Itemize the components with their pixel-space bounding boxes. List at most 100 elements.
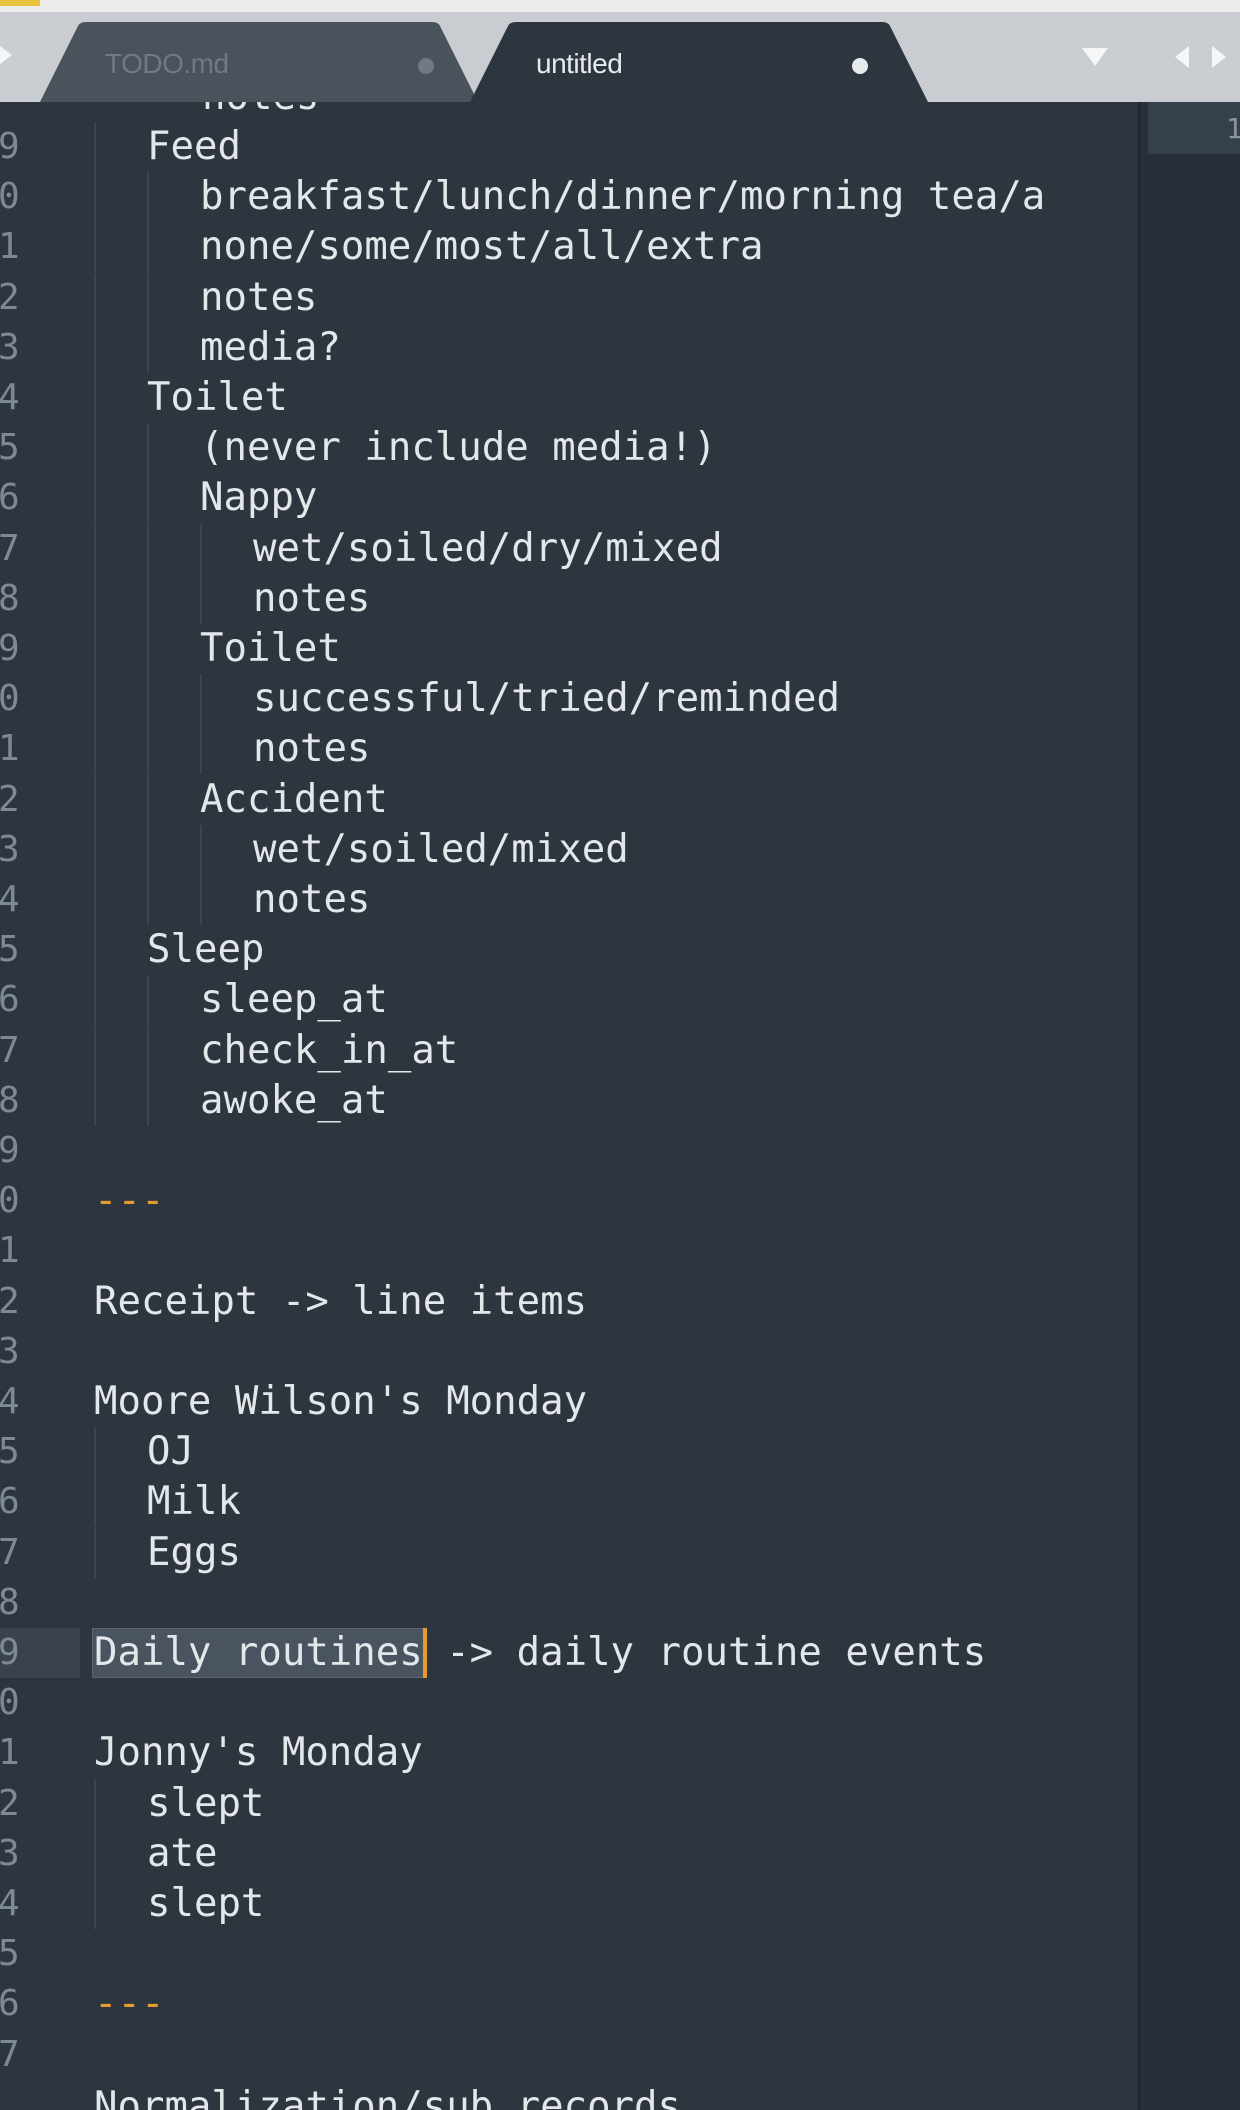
editor-line[interactable]: 6 --- (0, 1979, 1138, 2029)
editor-line[interactable]: 4 Moore Wilson's Monday (0, 1377, 1138, 1427)
line-text: media? (200, 324, 341, 370)
indent-guide (147, 975, 149, 1026)
line-text: Toilet (147, 375, 288, 420)
editor-line[interactable]: 7 check_in_at (0, 1025, 1138, 1076)
indent-guide (147, 875, 149, 925)
editor-line[interactable]: 5 (0, 1929, 1138, 1979)
editor-line[interactable]: 0 --- (0, 1176, 1138, 1226)
editor-line[interactable]: 8 awoke_at (0, 1075, 1138, 1126)
editor-line[interactable]: 7 wet/soiled/dry/mixed (0, 523, 1138, 574)
editor-line[interactable]: 7 (0, 2030, 1138, 2080)
editor-line[interactable]: 1 notes (0, 724, 1138, 775)
indent-guide (94, 824, 96, 875)
indent-guide (200, 724, 202, 775)
line-text: notes (202, 102, 319, 118)
editor-line[interactable]: 1 Jonny's Monday (0, 1728, 1138, 1778)
line-text: notes (253, 726, 371, 772)
editor-line[interactable]: 3 media? (0, 322, 1138, 373)
editor-pane[interactable]: notes Normalization/sub records 9 Feed 0 br… (0, 102, 1138, 2110)
line-number: 5 (0, 1431, 20, 1473)
line-number: 8 (0, 1581, 20, 1623)
indent-guide (147, 624, 149, 674)
editor-line[interactable]: 9 Feed (0, 122, 1138, 172)
line-number: 2 (0, 1280, 20, 1322)
indent-guide (94, 373, 96, 423)
editor-line[interactable]: 6 Nappy (0, 473, 1138, 524)
indent-guide (94, 624, 96, 674)
line-text: notes (200, 274, 318, 320)
indent-guide (147, 272, 149, 323)
line-number: 3 (0, 828, 20, 870)
indent-guide (200, 523, 202, 574)
indent-guide (147, 774, 149, 825)
editor-line[interactable]: 0 successful/tried/reminded (0, 674, 1138, 725)
editor-line[interactable]: 4 slept (0, 1879, 1138, 1929)
line-number: 4 (0, 1381, 20, 1422)
line-number: 9 (0, 126, 20, 167)
editor-line[interactable]: 5 Sleep (0, 925, 1138, 976)
editor-line[interactable]: 6 Milk (0, 1477, 1138, 1528)
editor-line[interactable]: 7 Eggs (0, 1527, 1138, 1578)
line-number: 3 (0, 326, 20, 368)
line-text: Sleep (147, 927, 265, 973)
line-text: successful/tried/reminded (253, 676, 840, 722)
line-number: 5 (0, 1933, 20, 1975)
tab-list-dropdown-icon[interactable] (1082, 48, 1108, 66)
editor-line[interactable]: 3 wet/soiled/mixed (0, 824, 1138, 875)
editor-line[interactable]: 4 Toilet (0, 373, 1138, 423)
indent-guide (147, 172, 149, 223)
tab-untitled[interactable]: untitled (470, 22, 940, 102)
line-text: none/some/most/all/extra (200, 224, 764, 270)
line-text: Moore Wilson's Monday (94, 1379, 588, 1424)
line-number: 4 (0, 377, 20, 418)
editor-line[interactable]: 2 Accident (0, 774, 1138, 825)
editor-line[interactable]: 2 Receipt -> line items (0, 1277, 1138, 1327)
editor-line[interactable]: 2 slept (0, 1778, 1138, 1829)
line-number: 3 (0, 1330, 20, 1372)
tab-label: TODO.md (105, 48, 229, 79)
tab-todo[interactable]: TODO.md (40, 22, 490, 102)
indent-guide (94, 1025, 96, 1076)
editor-line[interactable]: 0 (0, 1678, 1138, 1728)
editor-line[interactable]: 8 (0, 1578, 1138, 1628)
line-text: wet/soiled/dry/mixed (253, 525, 723, 571)
editor-line[interactable]: 1 (0, 1226, 1138, 1276)
previous-tab-icon[interactable] (1175, 46, 1189, 68)
indent-guide (94, 523, 96, 574)
window-control[interactable] (0, 0, 40, 6)
line-text: sleep_at (200, 977, 388, 1023)
partial-top-line: notes (0, 102, 1138, 122)
modified-dot-icon[interactable] (852, 58, 868, 74)
editor-line[interactable]: 1 none/some/most/all/extra (0, 222, 1138, 273)
line-text: ate (147, 1830, 218, 1876)
editor-line[interactable]: 3 (0, 1327, 1138, 1377)
editor-line[interactable]: 0 breakfast/lunch/dinner/morning tea/a (0, 172, 1138, 223)
editor-line[interactable]: 9 (0, 1126, 1138, 1176)
editor-line[interactable]: 5 (never include media!) (0, 423, 1138, 474)
editor-line[interactable]: 4 notes (0, 875, 1138, 925)
editor-line[interactable]: 8 notes (0, 573, 1138, 624)
editor-line[interactable]: 9 Daily routines -> daily routine events (0, 1628, 1138, 1678)
line-number: 0 (0, 678, 20, 720)
tab-scroll-left-icon[interactable] (0, 46, 12, 64)
minimap[interactable]: 1 (1138, 102, 1240, 2110)
editor-line[interactable]: 9 Toilet (0, 624, 1138, 674)
indent-guide (94, 423, 96, 474)
indent-guide (94, 1527, 96, 1578)
editor-line[interactable]: 6 sleep_at (0, 975, 1138, 1026)
line-number: 4 (0, 1883, 20, 1924)
editor-line[interactable]: 3 ate (0, 1828, 1138, 1879)
line-number: 0 (0, 1682, 20, 1724)
editor-line[interactable]: 2 notes (0, 272, 1138, 323)
line-number: 9 (0, 628, 20, 669)
partial-bottom-line: Normalization/sub records (0, 2082, 1138, 2110)
next-tab-icon[interactable] (1212, 46, 1226, 68)
text-caret (422, 1628, 427, 1678)
line-text: breakfast/lunch/dinner/morning tea/a (200, 174, 1046, 220)
editor-line[interactable]: 5 OJ (0, 1427, 1138, 1478)
indent-guide (94, 875, 96, 925)
indent-guide (200, 824, 202, 875)
modified-dot-icon[interactable] (418, 58, 434, 74)
line-text: Eggs (147, 1529, 241, 1575)
indent-guide (147, 473, 149, 524)
